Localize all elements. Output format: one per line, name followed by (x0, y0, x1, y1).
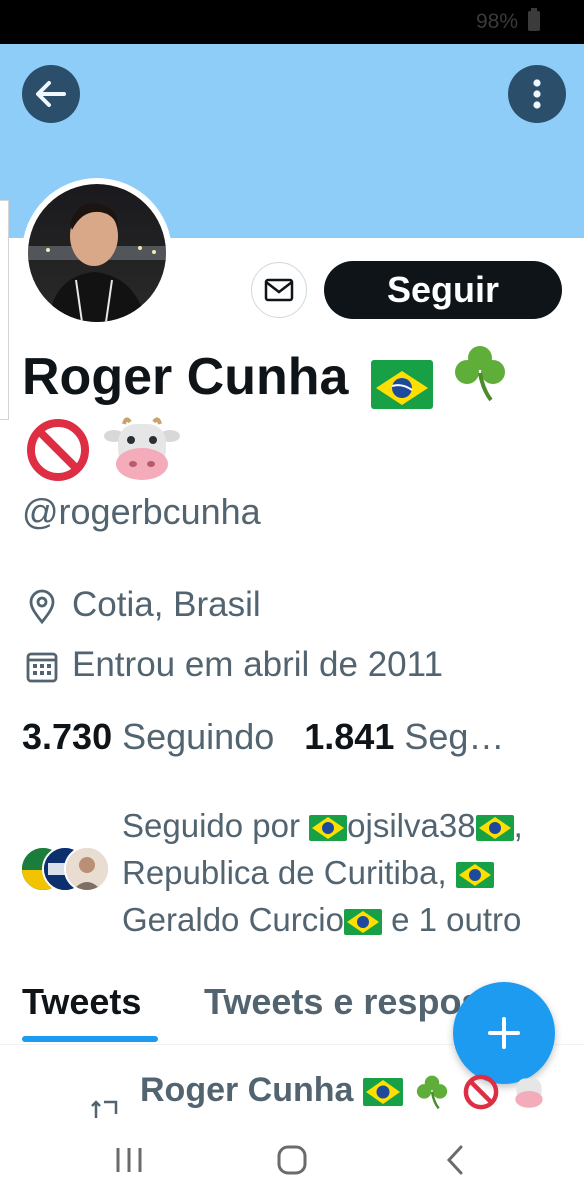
profile-avatar[interactable] (22, 178, 172, 328)
followers-link[interactable]: 1.841 Seg… (304, 716, 504, 757)
mutual-avatar-3 (64, 846, 110, 892)
display-name-text: Roger Cunha (22, 348, 349, 407)
following-count: 3.730 (22, 716, 113, 757)
profile-handle: @rogerbcunha (22, 491, 261, 532)
message-button[interactable] (251, 262, 307, 318)
cow-face-icon (104, 417, 181, 480)
recents-icon[interactable] (109, 1140, 149, 1180)
edge-panel-handle[interactable] (0, 200, 9, 420)
retweet-icon (91, 1100, 118, 1118)
mutual-followers-avatars[interactable] (20, 846, 112, 894)
brazil-flag-icon (362, 1078, 403, 1107)
cow-face-icon (515, 1078, 543, 1108)
prohibited-icon (463, 1074, 499, 1110)
more-options-button[interactable] (508, 65, 566, 123)
display-name: Roger Cunha (22, 340, 513, 421)
tweet-author-name: Roger Cunha (140, 1070, 549, 1112)
envelope-icon (264, 278, 294, 302)
mutual-others: e 1 outro (381, 901, 522, 938)
followed-by-text[interactable]: Seguido por ojsilva38, Republica de Curi… (122, 802, 567, 943)
prohibited-icon (27, 419, 89, 481)
location-row: Cotia, Brasil (24, 581, 261, 629)
system-navigation-bar (0, 1126, 584, 1200)
followed-by-prefix: Seguido por (122, 807, 300, 844)
active-tab-indicator (22, 1036, 158, 1042)
back-button[interactable] (22, 65, 80, 123)
follow-button[interactable]: Seguir (324, 261, 562, 319)
brazil-flag-icon (475, 815, 514, 842)
battery-icon (528, 8, 540, 31)
mutual-name-3: Geraldo Curcio (122, 901, 344, 938)
following-label: Seguindo (122, 716, 275, 757)
shamrock-icon (447, 340, 513, 421)
follow-stats: 3.730 Seguindo 1.841 Seg… (22, 712, 504, 762)
joined-row: Entrou em abril de 2011 (24, 641, 443, 689)
shamrock-icon (417, 1075, 448, 1110)
location-text: Cotia, Brasil (72, 585, 261, 624)
joined-text: Entrou em abril de 2011 (72, 645, 443, 684)
map-pin-icon (29, 589, 55, 624)
brazil-flag-icon (309, 815, 348, 842)
mutual-name-1: ojsilva38 (347, 807, 476, 844)
following-link[interactable]: 3.730 Seguindo (22, 716, 274, 757)
brazil-flag-icon (343, 909, 382, 936)
home-icon[interactable] (272, 1140, 312, 1180)
tweet-author-text: Roger Cunha (140, 1071, 354, 1109)
chevron-left-icon[interactable] (436, 1140, 476, 1180)
tab-tweets[interactable]: Tweets (22, 972, 141, 1032)
brazil-flag-icon (370, 359, 433, 409)
status-bar: 98% (0, 0, 584, 44)
followers-count: 1.841 (304, 716, 395, 757)
calendar-icon (26, 652, 58, 683)
more-vertical-icon (533, 79, 541, 109)
avatar-photo (28, 184, 166, 322)
followers-label: Seg… (404, 716, 505, 757)
battery-level: 98% (475, 10, 518, 33)
name-emoji-row (24, 416, 181, 484)
brazil-flag-icon (455, 862, 494, 889)
arrow-left-icon (36, 81, 66, 107)
